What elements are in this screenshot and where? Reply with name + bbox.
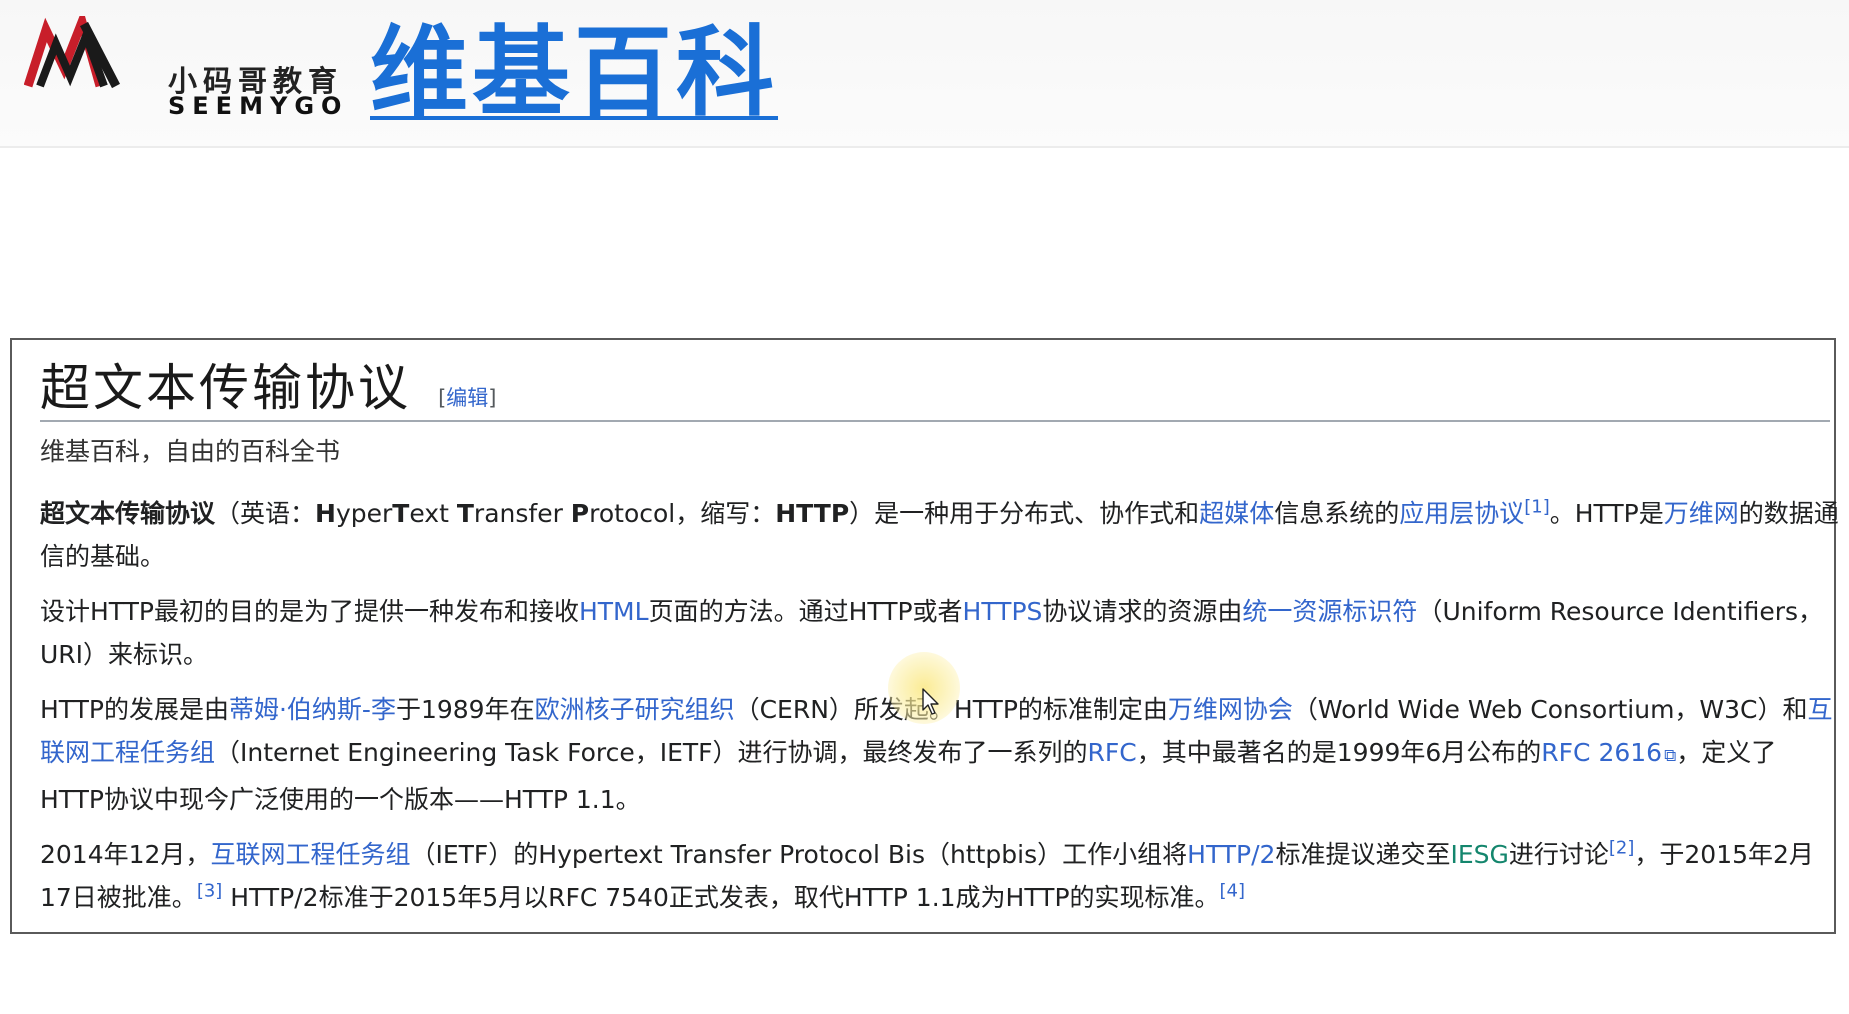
link-https[interactable]: HTTPS [963,597,1043,626]
reference-3[interactable]: [3] [197,881,223,902]
link-html[interactable]: HTML [579,597,649,626]
edit-link[interactable]: 编辑 [446,386,488,410]
link-cern[interactable]: 欧洲核子研究组织 [535,695,735,724]
link-rfc-2616[interactable]: RFC 2616 ⧉ [1541,738,1676,767]
paragraph-design: 设计HTTP最初的目的是为了提供一种发布和接收HTML页面的方法。通过HTTP或… [40,597,1824,669]
seemygo-logo: 小码哥教育 SEEMYGO [24,16,341,118]
paragraph-http2: 2014年12月，互联网工程任务组（IETF）的Hypertext Transf… [40,837,1814,912]
reference-1[interactable]: [1] [1524,497,1550,518]
logo-mark-icon [24,16,120,89]
reference-2[interactable]: [2] [1609,838,1635,859]
logo-english-text: SEEMYGO [168,92,349,120]
link-www[interactable]: 万维网 [1664,499,1739,528]
link-tim-berners-lee[interactable]: 蒂姆·伯纳斯-李 [229,695,396,724]
link-application-layer[interactable]: 应用层协议 [1399,499,1524,528]
link-http2[interactable]: HTTP/2 [1187,840,1275,869]
link-uri[interactable]: 统一资源标识符 [1242,597,1417,626]
edit-section: [编辑] [438,386,497,410]
page-title: 超文本传输协议 [40,359,411,417]
paragraph-history: HTTP的发展是由蒂姆·伯纳斯-李于1989年在欧洲核子研究组织（CERN）所发… [40,695,1833,814]
paragraph-intro: 超文本传输协议（英语：HyperText Transfer Protocol，缩… [40,496,1839,571]
site-tagline: 维基百科，自由的百科全书 [40,437,341,466]
article-panel: 超文本传输协议 [编辑] 维基百科，自由的百科全书 超文本传输协议（英语：Hyp… [10,338,1839,934]
link-iesg[interactable]: IESG [1450,840,1508,869]
article-body: 超文本传输协议（英语：HyperText Transfer Protocol，缩… [40,492,1840,931]
link-hypermedia[interactable]: 超媒体 [1199,499,1274,528]
reference-4[interactable]: [4] [1220,881,1246,902]
external-link-icon: ⧉ [1664,746,1677,766]
top-banner: 小码哥教育 SEEMYGO 维基百科 [0,0,1849,148]
link-w3c[interactable]: 万维网协会 [1168,695,1293,724]
article-heading: 超文本传输协议 [编辑] [40,348,1830,422]
link-rfc[interactable]: RFC [1088,738,1137,767]
link-ietf-2[interactable]: 互联网工程任务组 [210,840,410,869]
wikipedia-title-link[interactable]: 维基百科 [370,19,778,128]
